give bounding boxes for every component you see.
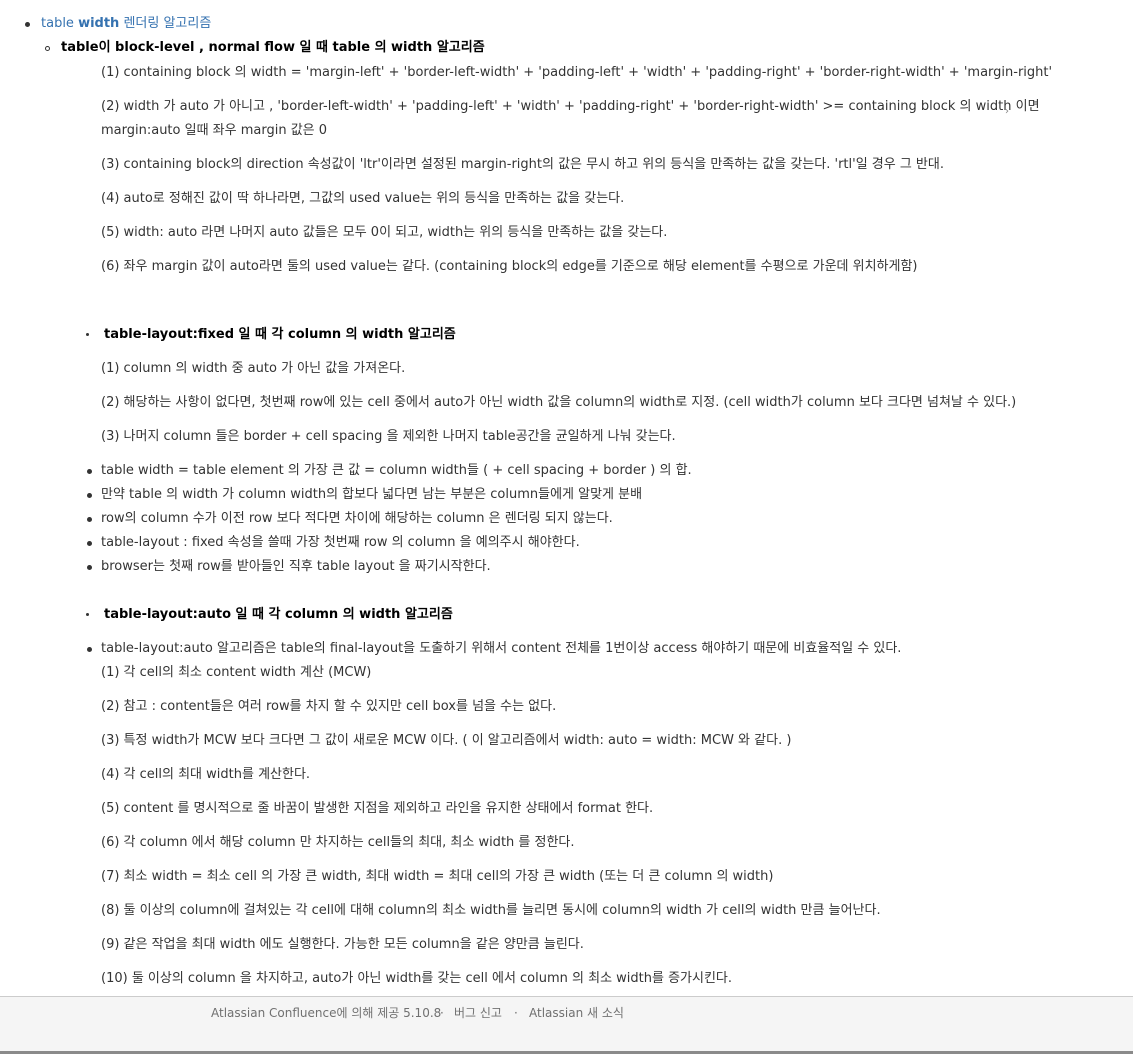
footer-bug-report-link[interactable]: 버그 신고 — [454, 1005, 502, 1021]
heading-link-suffix: 렌더링 알고리즘 — [119, 16, 212, 31]
section-auto-item-2: (2) 참고 : content들은 여러 row를 차지 할 수 있지만 ce… — [101, 699, 557, 714]
heading-link-prefix: table — [41, 16, 79, 31]
bullet-dot — [86, 333, 89, 336]
section-fixed-title: table-layout:fixed 일 때 각 column 의 width … — [104, 327, 456, 342]
heading-link-bold: width — [78, 16, 120, 31]
section-auto-item-8: (8) 둘 이상의 column에 걸쳐있는 각 cell에 대해 column… — [101, 903, 881, 918]
section-auto-item-1: (1) 각 cell의 최소 content width 계산 (MCW) — [101, 665, 372, 680]
page-footer: Atlassian Confluence에 의해 제공 5.10.8 · 버그 … — [0, 996, 1133, 1054]
bullet-dot — [86, 613, 89, 616]
section-auto-item-7: (7) 최소 width = 최소 cell 의 가장 큰 width, 최대 … — [101, 869, 774, 884]
section-auto-item-6: (6) 각 column 에서 해당 column 만 차지하는 cell들의 … — [101, 835, 575, 850]
section-auto-title: table-layout:auto 일 때 각 column 의 width 알… — [104, 607, 453, 622]
section-fixed-bullet-5: browser는 첫째 row를 받아들인 직후 table layout 을 … — [101, 559, 491, 574]
section-auto-item-5: (5) content 를 명시적으로 줄 바꿈이 발생한 지점을 제외하고 라… — [101, 801, 654, 816]
footer-news-link[interactable]: Atlassian 새 소식 — [529, 1005, 624, 1021]
bullet-disc — [25, 22, 30, 27]
bullet-disc — [87, 469, 92, 474]
section-fixed-item-3: (3) 나머지 column 들은 border + cell spacing … — [101, 429, 676, 444]
bullet-disc — [87, 541, 92, 546]
heading-link[interactable]: table width 렌더링 알고리즘 — [41, 15, 211, 33]
wiki-page: table width 렌더링 알고리즘 table이 block-level … — [0, 0, 1133, 1054]
footer-separator: · — [514, 1006, 518, 1020]
bullet-disc — [87, 565, 92, 570]
section-block-item-4: (4) auto로 정해진 값이 딱 하나라면, 그값의 used value는… — [101, 191, 625, 206]
section-auto-item-10: (10) 둘 이상의 column 을 차지하고, auto가 아닌 width… — [101, 971, 733, 986]
section-block-item-1: (1) containing block 의 width = 'margin-l… — [101, 65, 1053, 80]
section-auto-item-9: (9) 같은 작업을 최대 width 에도 실행한다. 가능한 모든 colu… — [101, 937, 584, 952]
section-fixed-bullet-3: row의 column 수가 이전 row 보다 적다면 차이에 해당하는 co… — [101, 511, 613, 526]
bullet-disc — [87, 647, 92, 652]
section-auto-item-3: (3) 특정 width가 MCW 보다 크다면 그 값이 새로운 MCW 이다… — [101, 733, 792, 748]
section-fixed-bullet-4: table-layout : fixed 속성을 쓸때 가장 첫번째 row 의… — [101, 535, 580, 550]
section-block-item-5: (5) width: auto 라면 나머지 auto 값들은 모두 0이 되고… — [101, 225, 668, 240]
section-block-item-6: (6) 좌우 margin 값이 auto라면 둘의 used value는 같… — [101, 259, 918, 274]
section-fixed-bullet-2: 만약 table 의 width 가 column width의 합보다 넓다면… — [101, 487, 643, 502]
section-fixed-item-1: (1) column 의 width 중 auto 가 아닌 값을 가져온다. — [101, 361, 406, 376]
bullet-disc — [87, 517, 92, 522]
section-fixed-item-2: (2) 해당하는 사항이 없다면, 첫번째 row에 있는 cell 중에서 a… — [101, 395, 1017, 410]
footer-separator: · — [440, 1006, 444, 1020]
section-auto-item-4: (4) 각 cell의 최대 width를 계산한다. — [101, 767, 311, 782]
footer-powered-link[interactable]: Atlassian Confluence에 의해 제공 5.10.8 — [211, 1005, 441, 1021]
section-block-item-2-cont: margin:auto 일때 좌우 margin 값은 0 — [101, 123, 328, 138]
section-auto-bullet: table-layout:auto 알고리즘은 table의 final-lay… — [101, 641, 902, 656]
bullet-disc — [87, 493, 92, 498]
section-block-title: table이 block-level , normal flow 일 때 tab… — [61, 40, 485, 55]
section-block-item-3: (3) containing block의 direction 속성값이 'lt… — [101, 157, 944, 172]
section-fixed-bullet-1: table width = table element 의 가장 큰 값 = c… — [101, 463, 692, 478]
bullet-circle — [45, 46, 50, 51]
overflow-arrow-icon: › — [1005, 106, 1009, 117]
section-block-item-2: (2) width 가 auto 가 아니고 , 'border-left-wi… — [101, 99, 1040, 114]
